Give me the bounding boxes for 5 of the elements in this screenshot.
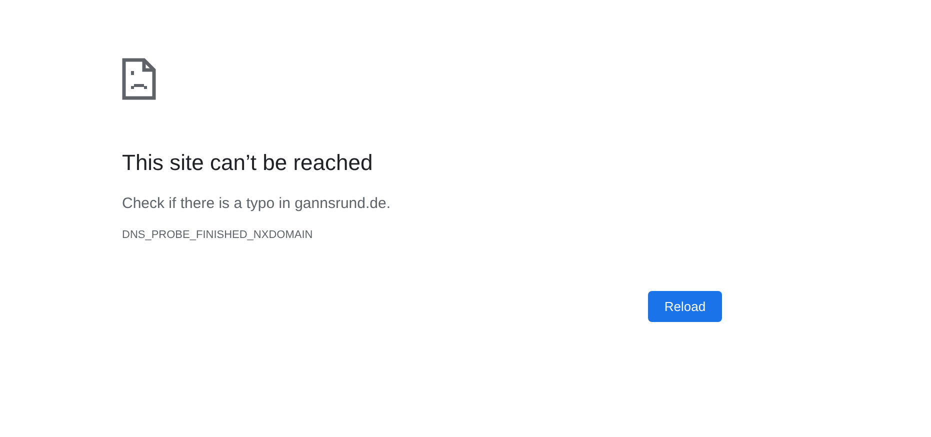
error-message: Check if there is a typo in gannsrund.de. <box>122 194 392 214</box>
error-code: DNS_PROBE_FINISHED_NXDOMAIN <box>122 229 313 241</box>
error-heading: This site can’t be reached <box>122 149 374 177</box>
reload-button[interactable]: Reload <box>648 291 722 322</box>
sad-page-icon <box>122 58 156 100</box>
